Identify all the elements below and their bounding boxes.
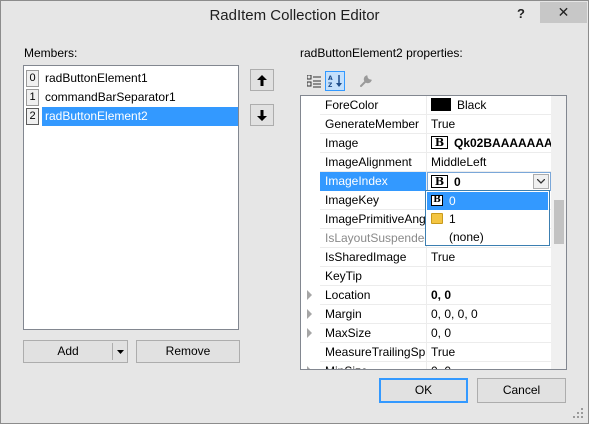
scrollbar-thumb[interactable] xyxy=(554,200,564,244)
property-row[interactable]: GenerateMember True xyxy=(301,115,551,134)
cancel-button[interactable]: Cancel xyxy=(477,378,566,403)
help-button[interactable]: ? xyxy=(513,6,529,24)
image-preview-icon: B xyxy=(431,136,448,150)
remove-button[interactable]: Remove xyxy=(136,340,240,363)
property-value[interactable]: MiddleLeft xyxy=(427,153,551,172)
property-value[interactable]: 0, 0 xyxy=(427,286,551,305)
resize-grip-icon[interactable] xyxy=(572,407,584,419)
add-button-group: Add xyxy=(23,340,128,363)
b-icon: B xyxy=(431,195,443,207)
arrow-up-icon xyxy=(257,74,267,86)
sort-az-icon: A Z xyxy=(328,75,342,88)
property-name: Margin xyxy=(320,305,427,324)
property-value[interactable]: B Qk02BAAAAAAA xyxy=(427,134,551,153)
property-name: ForeColor xyxy=(320,96,427,115)
properties-label: radButtonElement2 properties: xyxy=(300,46,463,60)
property-value[interactable]: 0, 0, 0, 0 xyxy=(427,305,551,324)
add-button[interactable]: Add xyxy=(24,341,112,362)
property-row[interactable]: ForeColor Black xyxy=(301,96,551,115)
property-row[interactable]: MaxSize 0, 0 xyxy=(301,324,551,343)
members-list[interactable]: 0 radButtonElement1 1 commandBarSeparato… xyxy=(23,65,239,330)
chevron-down-icon xyxy=(116,349,124,354)
property-name: IsSharedImage xyxy=(320,248,427,267)
property-row[interactable]: Margin 0, 0, 0, 0 xyxy=(301,305,551,324)
title-bar[interactable]: RadItem Collection Editor ? ✕ xyxy=(1,1,588,32)
property-value[interactable]: True xyxy=(427,115,551,134)
members-label: Members: xyxy=(24,46,78,60)
member-index: 2 xyxy=(26,108,39,125)
property-value[interactable]: True xyxy=(427,343,551,362)
property-name: KeyTip xyxy=(320,267,427,286)
property-row[interactable]: IsSharedImage True xyxy=(301,248,551,267)
window-title: RadItem Collection Editor xyxy=(209,7,380,24)
svg-text:A: A xyxy=(328,75,333,82)
property-value[interactable] xyxy=(427,267,551,286)
member-index: 0 xyxy=(26,70,39,87)
list-item[interactable]: 1 commandBarSeparator1 xyxy=(24,88,238,107)
dropdown-toggle-button[interactable] xyxy=(533,174,549,189)
expand-arrow-icon[interactable] xyxy=(307,290,312,300)
property-value[interactable]: 0, 0 xyxy=(427,324,551,343)
property-name: MeasureTrailingSp xyxy=(320,343,427,362)
categorized-view-button[interactable] xyxy=(304,71,324,91)
property-name: IsLayoutSuspended xyxy=(320,229,427,248)
color-swatch xyxy=(431,98,451,112)
property-name: MaxSize xyxy=(320,324,427,343)
expand-arrow-icon[interactable] xyxy=(307,309,312,319)
svg-text:Z: Z xyxy=(328,82,333,88)
property-name: MinSize xyxy=(320,362,427,369)
move-down-button[interactable] xyxy=(250,104,274,126)
property-name: ImageAlignment xyxy=(320,153,427,172)
property-pages-button[interactable] xyxy=(355,71,375,91)
member-name: commandBarSeparator1 xyxy=(45,90,176,104)
property-row-selected[interactable]: ImageIndex B0 xyxy=(301,172,551,191)
member-index: 1 xyxy=(26,89,39,106)
wrench-icon xyxy=(359,74,372,87)
folder-icon xyxy=(431,213,443,225)
dropdown-option[interactable]: 1 xyxy=(427,210,548,228)
alphabetical-view-button[interactable]: A Z xyxy=(325,71,345,91)
property-name: Image xyxy=(320,134,427,153)
property-row[interactable]: MeasureTrailingSp True xyxy=(301,343,551,362)
property-value[interactable]: True xyxy=(427,248,551,267)
list-item[interactable]: 0 radButtonElement1 xyxy=(24,69,238,88)
property-row[interactable]: Location 0, 0 xyxy=(301,286,551,305)
list-item[interactable]: 2 radButtonElement2 xyxy=(24,107,238,126)
dropdown-option[interactable]: (none) xyxy=(427,228,548,246)
property-value[interactable]: Black xyxy=(427,96,551,115)
expand-arrow-icon[interactable] xyxy=(307,366,312,369)
property-name: GenerateMember xyxy=(320,115,427,134)
collection-editor-window: RadItem Collection Editor ? ✕ Members: 0… xyxy=(0,0,589,424)
property-row[interactable]: MinSize 0, 0 xyxy=(301,362,551,369)
move-up-button[interactable] xyxy=(250,69,274,91)
image-index-editor[interactable]: B0 xyxy=(427,172,551,191)
member-name: radButtonElement2 xyxy=(42,107,238,126)
property-name: Location xyxy=(320,286,427,305)
vertical-scrollbar[interactable] xyxy=(551,96,566,369)
property-name: ImageKey xyxy=(320,191,427,210)
image-index-dropdown[interactable]: B0 1 (none) xyxy=(425,190,550,246)
property-row[interactable]: Image B Qk02BAAAAAAA xyxy=(301,134,551,153)
close-button[interactable]: ✕ xyxy=(540,2,587,23)
categorized-icon xyxy=(307,74,321,87)
property-name: ImagePrimitiveAng xyxy=(320,210,427,229)
image-preview-icon: B xyxy=(431,175,448,189)
property-name: ImageIndex xyxy=(320,172,427,191)
ok-button[interactable]: OK xyxy=(379,378,468,403)
arrow-down-icon xyxy=(257,109,267,121)
member-name: radButtonElement1 xyxy=(45,71,148,85)
property-value[interactable]: 0, 0 xyxy=(427,362,551,369)
expand-arrow-icon[interactable] xyxy=(307,328,312,338)
property-row[interactable]: KeyTip xyxy=(301,267,551,286)
property-row[interactable]: ImageAlignment MiddleLeft xyxy=(301,153,551,172)
chevron-down-icon xyxy=(537,179,545,184)
dropdown-option[interactable]: B0 xyxy=(427,192,548,210)
add-dropdown-button[interactable] xyxy=(113,341,127,362)
